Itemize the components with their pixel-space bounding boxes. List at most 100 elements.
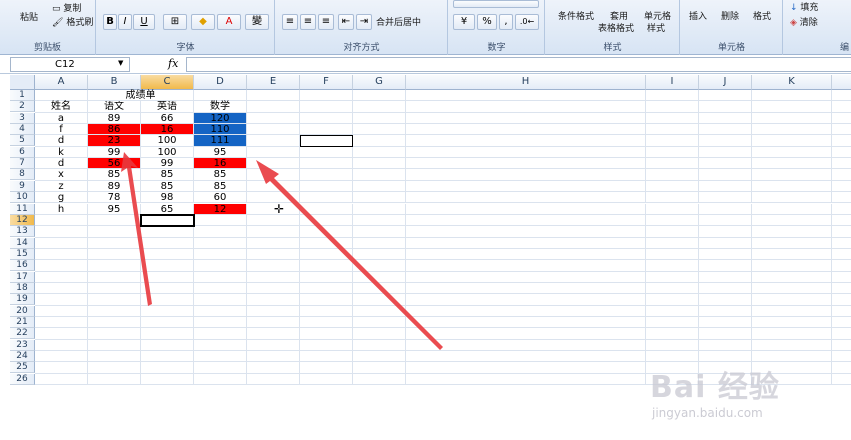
column-header-B[interactable]: B — [88, 75, 141, 90]
cell-J7[interactable] — [699, 158, 752, 170]
cell-C11[interactable]: 65 — [141, 203, 194, 215]
cell-F6[interactable] — [300, 146, 353, 159]
cell-H18[interactable] — [406, 282, 646, 295]
cell-L24[interactable] — [832, 351, 851, 363]
cell-A1[interactable] — [35, 90, 88, 102]
copy-button[interactable]: ▭ 复制 — [52, 1, 81, 14]
cell-G14[interactable] — [353, 237, 406, 249]
cell-F24[interactable] — [300, 351, 353, 363]
cell-I24[interactable] — [646, 351, 699, 363]
cell-F15[interactable] — [300, 248, 353, 261]
cell-F14[interactable] — [300, 237, 353, 249]
row-header-15[interactable]: 15 — [10, 248, 35, 260]
cell-L11[interactable] — [832, 204, 851, 215]
cell-F22[interactable] — [300, 328, 353, 340]
row-header-21[interactable]: 21 — [10, 317, 35, 328]
cell-K24[interactable] — [752, 351, 832, 363]
row-header-8[interactable]: 8 — [10, 169, 35, 181]
cell-L16[interactable] — [832, 260, 851, 272]
cell-I16[interactable] — [646, 260, 699, 272]
cell-I18[interactable] — [646, 282, 699, 295]
cell-C10[interactable]: 98 — [141, 192, 194, 204]
cell-H16[interactable] — [406, 260, 646, 272]
cell-D9[interactable]: 85 — [194, 180, 247, 193]
cell-E13[interactable] — [247, 226, 300, 238]
cell-E7[interactable] — [247, 158, 300, 170]
conditional-format-button[interactable]: 条件格式 — [558, 9, 594, 22]
cell-C17[interactable] — [141, 271, 194, 283]
cell-F11[interactable] — [300, 203, 353, 215]
cell-F18[interactable] — [300, 282, 353, 295]
cell-E19[interactable] — [247, 294, 300, 306]
column-header-K[interactable]: K — [752, 75, 832, 90]
cell-E12[interactable] — [247, 214, 300, 227]
cell-A8[interactable]: x — [35, 169, 88, 181]
cell-I9[interactable] — [646, 180, 699, 193]
align-left-button[interactable]: ≡ — [282, 14, 298, 30]
fill-color-button[interactable]: ◆ — [191, 14, 215, 30]
cell-B8[interactable]: 85 — [88, 169, 141, 181]
fill-button[interactable]: ↓ 填充 — [790, 0, 818, 13]
sheet-title-cell[interactable]: 成绩单 — [88, 90, 194, 102]
cell-B19[interactable] — [88, 294, 141, 306]
cell-B10[interactable]: 78 — [88, 192, 141, 204]
cell-E4[interactable] — [247, 124, 300, 136]
align-center-button[interactable]: ≡ — [300, 14, 316, 30]
cell-K19[interactable] — [752, 294, 832, 306]
cell-J13[interactable] — [699, 226, 752, 238]
cell-F25[interactable] — [300, 362, 353, 374]
cell-C7[interactable]: 99 — [141, 158, 194, 170]
cell-G20[interactable] — [353, 305, 406, 317]
cell-L15[interactable] — [832, 249, 851, 261]
cell-E25[interactable] — [247, 362, 300, 374]
cell-C22[interactable] — [141, 328, 194, 340]
cell-C19[interactable] — [141, 294, 194, 306]
cell-D12[interactable] — [194, 214, 247, 227]
cell-I7[interactable] — [646, 158, 699, 170]
cell-A26[interactable] — [35, 373, 88, 386]
cell-A13[interactable] — [35, 226, 88, 238]
cell-C14[interactable] — [141, 237, 194, 249]
cell-I6[interactable] — [646, 146, 699, 159]
cell-J9[interactable] — [699, 180, 752, 193]
cell-D4[interactable]: 110 — [194, 124, 247, 136]
cell-D10[interactable]: 60 — [194, 192, 247, 204]
cell-D3[interactable]: 120 — [194, 112, 247, 125]
cell-I8[interactable] — [646, 169, 699, 181]
cell-B5[interactable]: 23 — [88, 135, 141, 147]
cell-H13[interactable] — [406, 226, 646, 238]
cell-H9[interactable] — [406, 180, 646, 193]
cell-H10[interactable] — [406, 192, 646, 204]
column-header-F[interactable]: F — [300, 75, 353, 90]
decrease-indent-button[interactable]: ⇤ — [338, 14, 354, 30]
cell-K16[interactable] — [752, 260, 832, 272]
cell-I4[interactable] — [646, 124, 699, 136]
cell-G18[interactable] — [353, 282, 406, 295]
cell-C20[interactable] — [141, 305, 194, 317]
cell-D5[interactable]: 111 — [194, 135, 247, 147]
cell-E16[interactable] — [247, 260, 300, 272]
cell-A7[interactable]: d — [35, 158, 88, 170]
cell-J16[interactable] — [699, 260, 752, 272]
cell-L8[interactable] — [832, 169, 851, 181]
cell-D7[interactable]: 16 — [194, 158, 247, 170]
cell-F3[interactable] — [300, 112, 353, 125]
cell-F1[interactable] — [300, 90, 353, 102]
column-header-A[interactable]: A — [35, 75, 88, 90]
bold-button[interactable]: B — [103, 14, 117, 30]
row-header-1[interactable]: 1 — [10, 90, 35, 101]
cell-L23[interactable] — [832, 340, 851, 352]
cell-G1[interactable] — [353, 90, 406, 102]
cell-E18[interactable] — [247, 282, 300, 295]
cell-L7[interactable] — [832, 158, 851, 170]
cell-C4[interactable]: 16 — [141, 124, 194, 136]
cell-C26[interactable] — [141, 373, 194, 386]
cell-C18[interactable] — [141, 282, 194, 295]
cell-H15[interactable] — [406, 248, 646, 261]
cell-L5[interactable] — [832, 135, 851, 147]
insert-function-button[interactable]: fx — [168, 57, 178, 70]
table-format-button-line2[interactable]: 表格格式 — [598, 21, 634, 34]
cell-I5[interactable] — [646, 135, 699, 147]
cell-A16[interactable] — [35, 260, 88, 272]
cell-C12[interactable] — [140, 213, 195, 228]
